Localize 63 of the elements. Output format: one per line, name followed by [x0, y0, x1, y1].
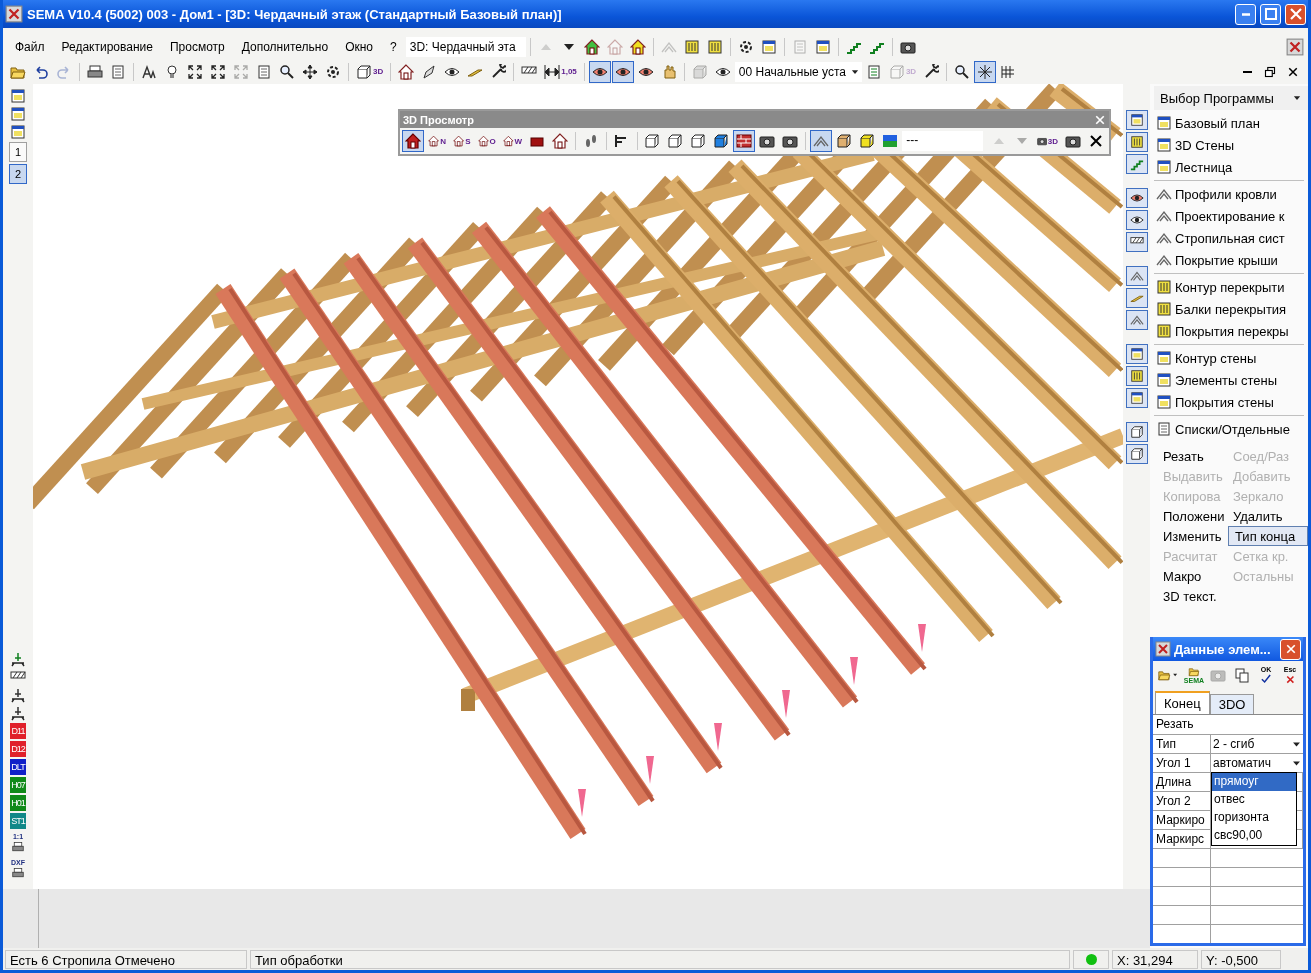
layer-badge[interactable]: ST1 — [10, 813, 26, 829]
tab[interactable]: 3DO — [1209, 694, 1255, 714]
program-item[interactable]: Покрытие крыши — [1150, 249, 1308, 271]
program-item[interactable]: Элементы стены — [1150, 369, 1308, 391]
dropdown-option[interactable]: прямоуг — [1212, 773, 1296, 791]
layer-badge[interactable]: DLT — [10, 759, 26, 775]
command-button[interactable]: 3D текст. — [1158, 586, 1228, 606]
tool-button[interactable]: O — [474, 130, 499, 152]
command-button[interactable]: Макро — [1158, 566, 1228, 586]
window-title: SEMA V10.4 (5002) 003 - Дом1 - [3D: Чердачный этаж (Стандартный Базовый план)] — [27, 6, 563, 22]
program-item[interactable]: Балки перекрытия — [1150, 298, 1308, 320]
command-button[interactable]: Положени — [1158, 506, 1228, 526]
dropdown-option[interactable]: отвес — [1212, 791, 1296, 809]
menu-item[interactable]: Редактирование — [53, 37, 161, 56]
dropdown-field[interactable]: 2 - сгиб — [1211, 734, 1303, 753]
program-item[interactable]: Проектирование к — [1150, 205, 1308, 227]
dropdown-option[interactable]: свс90,00 — [1212, 827, 1296, 845]
property-name: Тип — [1153, 734, 1211, 753]
tool-button[interactable]: S — [449, 130, 474, 152]
menu-item[interactable]: Окно — [337, 37, 381, 56]
menu-item[interactable]: Дополнительно — [233, 37, 337, 56]
dropdown-option[interactable]: горизонта — [1212, 809, 1296, 827]
style-dropdown[interactable]: 00 Начальные уста — [734, 61, 862, 82]
layer-badge[interactable]: H01 — [10, 795, 26, 811]
program-item[interactable]: Лестница — [1150, 156, 1308, 178]
program-item[interactable]: Покрытия стены — [1150, 391, 1308, 413]
view-dropdown[interactable]: 3D: Чердачный эта — [405, 36, 526, 57]
program-item[interactable]: Списки/Отдельные — [1150, 418, 1308, 440]
command-button[interactable]: Удалить — [1228, 506, 1308, 526]
menu-item[interactable]: Просмотр — [161, 37, 233, 56]
window-title: Данные элем... — [1174, 641, 1272, 657]
program-item[interactable]: 3D Стены — [1150, 134, 1308, 156]
toolbar-title: 3D Просмотр — [403, 113, 474, 126]
menu-item[interactable]: ? — [382, 37, 405, 56]
program-item[interactable]: Контур стены — [1150, 347, 1308, 369]
tool-button[interactable]: 3D — [353, 60, 387, 83]
layer-badge[interactable]: H07 — [10, 777, 26, 793]
command-button[interactable]: Резать — [1158, 446, 1228, 466]
program-item[interactable]: Стропильная сист — [1150, 227, 1308, 249]
program-item[interactable]: Покрытия перекры — [1150, 320, 1308, 342]
tool-button[interactable]: W — [499, 130, 526, 152]
tool-button[interactable]: 1,05 — [541, 60, 580, 83]
program-item[interactable]: Базовый план — [1150, 112, 1308, 134]
property-name: Угол 1 — [1153, 753, 1211, 772]
view-button[interactable]: 1 — [9, 142, 27, 162]
program-item[interactable]: Профили кровли — [1150, 183, 1308, 205]
tool-button[interactable]: N — [425, 130, 449, 152]
command-button[interactable]: Изменить — [1158, 526, 1228, 546]
program-selector[interactable]: Выбор Программы — [1154, 86, 1308, 110]
view-button[interactable]: 2 — [9, 164, 27, 184]
command-button[interactable]: Тип конца — [1228, 526, 1308, 546]
menu-item[interactable]: Файл — [7, 37, 53, 56]
status-mode: Тип обработки — [250, 949, 1070, 969]
tool-button[interactable]: 3D — [1033, 130, 1061, 152]
x-coordinate: X: 31,294 — [1112, 949, 1198, 969]
text-field[interactable]: --- — [902, 131, 983, 151]
tab[interactable]: Конец — [1155, 691, 1210, 714]
layer-badge[interactable]: D11 — [10, 723, 26, 739]
section-label: Резать — [1155, 716, 1195, 733]
y-coordinate: Y: -0,500 — [1201, 949, 1281, 969]
program-item[interactable]: Контур перекрыти — [1150, 276, 1308, 298]
layer-badge[interactable]: D12 — [10, 741, 26, 757]
status-message: Есть 6 Стропила Отмечено — [5, 949, 247, 969]
